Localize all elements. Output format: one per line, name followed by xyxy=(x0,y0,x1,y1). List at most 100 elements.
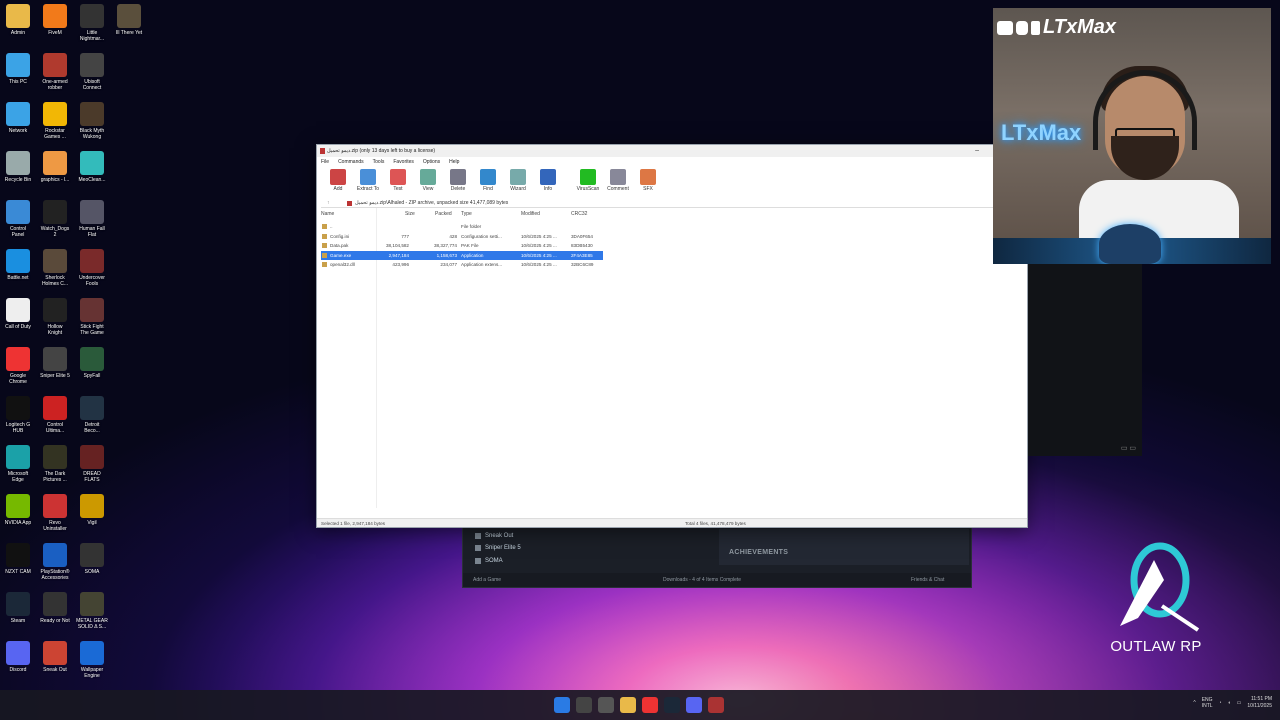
table-row[interactable]: openal32.dll 423,996 234,077 Application ex… xyxy=(321,260,603,269)
menu-item-favorites[interactable]: Favorites xyxy=(393,157,414,167)
discord-icon[interactable] xyxy=(686,697,702,713)
steam-library-item[interactable]: Sneak Out xyxy=(475,533,513,539)
column-type[interactable]: Type xyxy=(461,211,472,217)
find-button[interactable]: Find xyxy=(475,167,501,197)
desktop-icon[interactable]: PlayStation® Accessories xyxy=(37,543,73,581)
desktop-icon[interactable]: MeoClean... xyxy=(74,151,110,183)
desktop-icon[interactable]: Ready or Not xyxy=(37,592,73,624)
desktop-icon[interactable]: METAL GEAR SOLID Δ S... xyxy=(74,592,110,630)
desktop-icon[interactable]: Stick Fight The Game xyxy=(74,298,110,336)
desktop-icon[interactable]: Black Myth Wukong xyxy=(74,102,110,140)
friends-chat-button[interactable]: Friends & Chat xyxy=(911,577,944,583)
desktop-icon[interactable]: FiveM xyxy=(37,4,73,36)
column-name[interactable]: Name xyxy=(321,211,334,217)
desktop-icon[interactable]: SOMA xyxy=(74,543,110,575)
desktop-icon[interactable]: Vigil xyxy=(74,494,110,526)
game-icon xyxy=(80,494,104,518)
volume-icon[interactable]: ◖ xyxy=(1228,700,1231,706)
add-game-button[interactable]: Add a Game xyxy=(473,577,501,583)
menu-item-tools[interactable]: Tools xyxy=(373,157,385,167)
column-crc32[interactable]: CRC32 xyxy=(571,211,587,217)
menu-item-commands[interactable]: Commands xyxy=(338,157,364,167)
minimize-button[interactable]: – xyxy=(975,145,979,157)
desktop-icon[interactable]: Network xyxy=(0,102,36,134)
file-explorer-icon[interactable] xyxy=(620,697,636,713)
desktop-icon[interactable]: The Dark Pictures ... xyxy=(37,445,73,483)
column-size[interactable]: Size xyxy=(405,211,415,217)
winrar-window[interactable]: ديمو تحميل.zip (only 13 days left to buy… xyxy=(316,144,1028,528)
desktop-icon[interactable]: Ubisoft Connect xyxy=(74,53,110,91)
delete-button[interactable]: Delete xyxy=(445,167,471,197)
table-row[interactable]: Data.pak 38,104,582 38,327,774 PAK File 10/6… xyxy=(321,241,603,250)
extract-to-button[interactable]: Extract To xyxy=(355,167,381,197)
desktop-icon[interactable]: Little Nightmar... xyxy=(74,4,110,42)
steam-icon[interactable] xyxy=(664,697,680,713)
clock[interactable]: 11:51 PM 10/11/2025 xyxy=(1247,696,1272,710)
desktop-icon[interactable]: Admin xyxy=(0,4,36,36)
desktop-icon[interactable]: Hollow Knight xyxy=(37,298,73,336)
wizard-button[interactable]: Wizard xyxy=(505,167,531,197)
desktop-icon[interactable]: Undercover Fools xyxy=(74,249,110,287)
desktop-icon[interactable]: NZXT CAM xyxy=(0,543,36,575)
table-row[interactable]: Config.ini 777 428 Configuration setti... 10… xyxy=(321,232,603,241)
wifi-icon[interactable]: ◔ xyxy=(1219,700,1222,706)
steam-library-item[interactable]: Sniper Elite 5 xyxy=(475,545,521,551)
desktop-icon[interactable]: Sneak Out xyxy=(37,641,73,673)
winrar-icon[interactable] xyxy=(708,697,724,713)
add-button[interactable]: Add xyxy=(325,167,351,197)
table-row[interactable]: Game.exe 2,947,184 1,158,673 Application 10/… xyxy=(321,250,603,260)
task-view-icon[interactable] xyxy=(598,697,614,713)
test-button[interactable]: Test xyxy=(385,167,411,197)
app-icon xyxy=(43,494,67,518)
menu-item-options[interactable]: Options xyxy=(423,157,440,167)
desktop-icon[interactable]: This PC xyxy=(0,53,36,85)
desktop-icon[interactable]: Microsoft Edge xyxy=(0,445,36,483)
windows-start-icon[interactable] xyxy=(554,697,570,713)
steam-library-item[interactable]: SOMA xyxy=(475,558,503,564)
search-icon[interactable] xyxy=(576,697,592,713)
language-indicator[interactable]: ENG INTL xyxy=(1202,697,1213,709)
desktop-icon[interactable]: Rockstar Games ... xyxy=(37,102,73,140)
battery-icon[interactable]: ▭ xyxy=(1237,700,1242,706)
desktop-icon[interactable]: Control Panel xyxy=(0,200,36,238)
comment-button[interactable]: Comment xyxy=(605,167,631,197)
desktop-icon[interactable]: Recycle Bin xyxy=(0,151,36,183)
desktop-icon[interactable]: Sherlock Holmes C... xyxy=(37,249,73,287)
desktop-icon[interactable]: Wallpaper Engine xyxy=(74,641,110,679)
desktop-icon[interactable]: Sniper Elite 5 xyxy=(37,347,73,379)
desktop-icon[interactable]: graphics - l... xyxy=(37,151,73,183)
chevron-up-icon[interactable]: ^ xyxy=(1193,700,1195,706)
column-modified[interactable]: Modified xyxy=(521,211,540,217)
desktop-icon[interactable]: Control Ultima... xyxy=(37,396,73,434)
downloads-status[interactable]: Downloads - 4 of 4 Items Complete xyxy=(663,577,741,583)
table-row[interactable]: .. File folder xyxy=(321,222,603,231)
desktop-icon[interactable]: SpyFall xyxy=(74,347,110,379)
address-bar[interactable]: ↑ ديمو تحميل.zip\Alhaled - ZIP archive, … xyxy=(321,199,1023,208)
menu-item-file[interactable]: File xyxy=(321,157,329,167)
desktop-icon[interactable]: Watch_Dogs 2 xyxy=(37,200,73,238)
column-packed[interactable]: Packed xyxy=(435,211,452,217)
desktop-icon[interactable]: Battle.net xyxy=(0,249,36,281)
info-button[interactable]: Info xyxy=(535,167,561,197)
chrome-icon[interactable] xyxy=(642,697,658,713)
up-folder-icon[interactable]: ↑ xyxy=(327,199,330,208)
desktop-icon[interactable]: Revo Uninstaller xyxy=(37,494,73,532)
desktop-icon[interactable]: Call of Duty xyxy=(0,298,36,330)
desktop-icon[interactable]: Google Chrome xyxy=(0,347,36,385)
steam-window[interactable]: Sneak Out Sniper Elite 5 SOMA ACHIEVEMEN… xyxy=(462,526,972,588)
desktop-icon[interactable]: NVIDIA App xyxy=(0,494,36,526)
desktop-icon[interactable]: Human Fall Flat xyxy=(74,200,110,238)
desktop-icon[interactable]: Steam xyxy=(0,592,36,624)
desktop-icon[interactable]: Detroit Beco... xyxy=(74,396,110,434)
desktop-icon[interactable]: DREAD FLATS xyxy=(74,445,110,483)
desktop-icon[interactable]: Ill There Yet xyxy=(111,4,147,36)
desktop-icon[interactable]: One-armed robber xyxy=(37,53,73,91)
app-icon xyxy=(80,151,104,175)
desktop-icon[interactable]: Discord xyxy=(0,641,36,673)
sfx-button[interactable]: SFX xyxy=(635,167,661,197)
desktop-icon[interactable]: Logitech G HUB xyxy=(0,396,36,434)
virusscan-button[interactable]: VirusScan xyxy=(575,167,601,197)
window-titlebar[interactable]: ديمو تحميل.zip (only 13 days left to buy… xyxy=(317,145,1027,157)
menu-item-help[interactable]: Help xyxy=(449,157,459,167)
view-button[interactable]: View xyxy=(415,167,441,197)
